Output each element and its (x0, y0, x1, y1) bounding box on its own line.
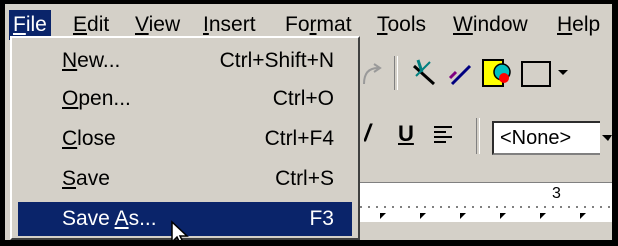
menu-help-label: elp (572, 13, 601, 36)
italic-icon: / (364, 120, 371, 147)
menu-edit-mnemonic: E (73, 13, 88, 36)
tab-stop-marker (580, 213, 586, 219)
chevron-down-icon (602, 135, 612, 141)
italic-button[interactable]: / (364, 118, 374, 159)
redo-icon[interactable] (360, 58, 386, 92)
file-menu-open[interactable]: Open... Ctrl+O (18, 82, 352, 116)
toolbar-separator (394, 56, 398, 90)
menu-window[interactable]: Window (449, 10, 532, 40)
drawing-tool-icon[interactable] (446, 58, 476, 90)
menu-help[interactable]: Help (553, 10, 604, 40)
ruler-footer (360, 222, 612, 240)
menu-format-label: mat (316, 13, 352, 36)
window-border (612, 0, 618, 246)
file-menu-new-shortcut: Ctrl+Shift+N (219, 49, 334, 72)
file-menu-open-shortcut: Ctrl+O (272, 87, 334, 110)
style-select[interactable]: <None> (492, 121, 610, 155)
file-menu-close-shortcut: Ctrl+F4 (264, 127, 334, 150)
tab-stop-marker (380, 213, 386, 219)
file-menu-save-label: Save (62, 167, 110, 190)
file-menu-open-label: Open... (62, 87, 131, 110)
ruler-margin (360, 170, 612, 182)
menu-format-prefix: Fo (285, 13, 310, 36)
file-menu-save-as-shortcut: F3 (309, 207, 334, 230)
menu-window-label: indow (472, 13, 528, 36)
insert-frame-icon[interactable] (520, 60, 554, 88)
tab-stop-marker (500, 213, 506, 219)
file-menu-save[interactable]: Save Ctrl+S (18, 162, 352, 196)
menu-format-mnemonic: r (309, 13, 317, 36)
menu-view-mnemonic: V (135, 13, 149, 36)
file-menu-close[interactable]: Close Ctrl+F4 (18, 122, 352, 156)
tab-stop-marker (420, 213, 426, 219)
file-menu-new-label: New... (62, 49, 121, 72)
toolbar-separator (476, 118, 480, 154)
underline-button[interactable]: U (398, 118, 414, 150)
menu-tools-label: ools (387, 13, 427, 36)
menu-help-mnemonic: H (557, 13, 573, 36)
file-menu-dropdown: New... Ctrl+Shift+N Open... Ctrl+O Close… (10, 36, 360, 240)
ruler-ticks (360, 206, 612, 219)
menu-file-mnemonic: F (13, 13, 26, 36)
window-border (0, 0, 618, 4)
insert-hyperlink-icon[interactable] (408, 56, 442, 90)
insert-clipart-icon[interactable] (480, 54, 516, 92)
menu-tools-mnemonic: T (377, 13, 388, 36)
menu-view-label: iew (148, 13, 181, 36)
horizontal-ruler[interactable]: 3 (360, 182, 612, 223)
align-left-icon[interactable] (432, 122, 456, 148)
style-dropdown-button[interactable] (600, 121, 612, 155)
menu-file-label: ile (25, 13, 47, 36)
file-menu-new[interactable]: New... Ctrl+Shift+N (18, 44, 352, 78)
window-border (0, 0, 5, 246)
file-menu-save-shortcut: Ctrl+S (275, 167, 334, 190)
tab-stop-marker (460, 213, 466, 219)
file-menu-save-as-label: Save As... (62, 207, 157, 230)
window-border (0, 240, 618, 246)
tab-stop-marker (540, 213, 546, 219)
ruler-number: 3 (552, 185, 561, 202)
file-menu-close-label: Close (62, 127, 116, 150)
menu-insert-label: nsert (208, 13, 256, 36)
word-processor-window: File Edit View Insert Format Tools Windo… (0, 0, 618, 246)
menu-edit-label: dit (87, 13, 110, 36)
chevron-down-icon[interactable] (556, 66, 570, 78)
menu-tools[interactable]: Tools (373, 10, 430, 40)
menu-window-mnemonic: W (453, 13, 473, 36)
